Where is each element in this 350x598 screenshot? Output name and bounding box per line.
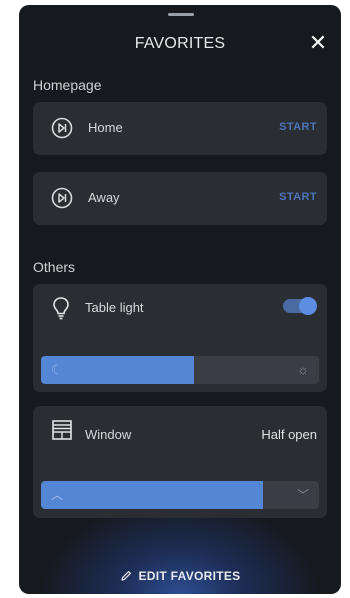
toggle-knob xyxy=(299,297,317,315)
scene-play-icon xyxy=(51,117,73,139)
window-state: Half open xyxy=(261,427,317,442)
bulb-icon xyxy=(53,297,69,320)
section-homepage-heading: Homepage xyxy=(33,77,102,93)
close-icon[interactable]: ✕ xyxy=(307,32,329,54)
brightness-slider-fill xyxy=(41,356,194,384)
edit-favorites-button[interactable]: EDIT FAVORITES xyxy=(19,569,341,583)
scene-card-home: Home START xyxy=(33,102,327,155)
sun-icon: ☼ xyxy=(297,362,309,377)
window-position-slider[interactable]: ︿ ﹀ xyxy=(41,481,319,509)
device-card-table-light: Table light ☾ ☼ xyxy=(33,284,327,392)
scene-label-home: Home xyxy=(88,120,123,135)
chevron-down-icon: ﹀ xyxy=(296,488,309,502)
start-button-home[interactable]: START xyxy=(279,121,317,133)
scene-play-icon xyxy=(51,187,73,209)
drag-handle[interactable] xyxy=(168,13,194,16)
chevron-up-icon: ︿ xyxy=(51,488,64,502)
device-card-window: Window Half open ︿ ﹀ xyxy=(33,406,327,518)
scene-label-away: Away xyxy=(88,190,120,205)
brightness-slider[interactable]: ☾ ☼ xyxy=(41,356,319,384)
device-label-table-light: Table light xyxy=(85,300,144,315)
window-position-slider-fill xyxy=(41,481,264,509)
light-toggle[interactable] xyxy=(283,297,317,315)
scene-card-away: Away START xyxy=(33,172,327,225)
device-label-window: Window xyxy=(85,427,132,442)
section-others-heading: Others xyxy=(33,259,76,275)
window-blind-icon xyxy=(52,420,72,440)
moon-icon: ☾ xyxy=(51,362,63,377)
edit-favorites-label: EDIT FAVORITES xyxy=(138,569,241,583)
start-button-away[interactable]: START xyxy=(279,191,317,203)
page-title: FAVORITES xyxy=(134,35,226,52)
pencil-icon xyxy=(120,571,131,581)
favorites-sheet: FAVORITES ✕ Homepage Home START Away STA… xyxy=(19,5,341,594)
